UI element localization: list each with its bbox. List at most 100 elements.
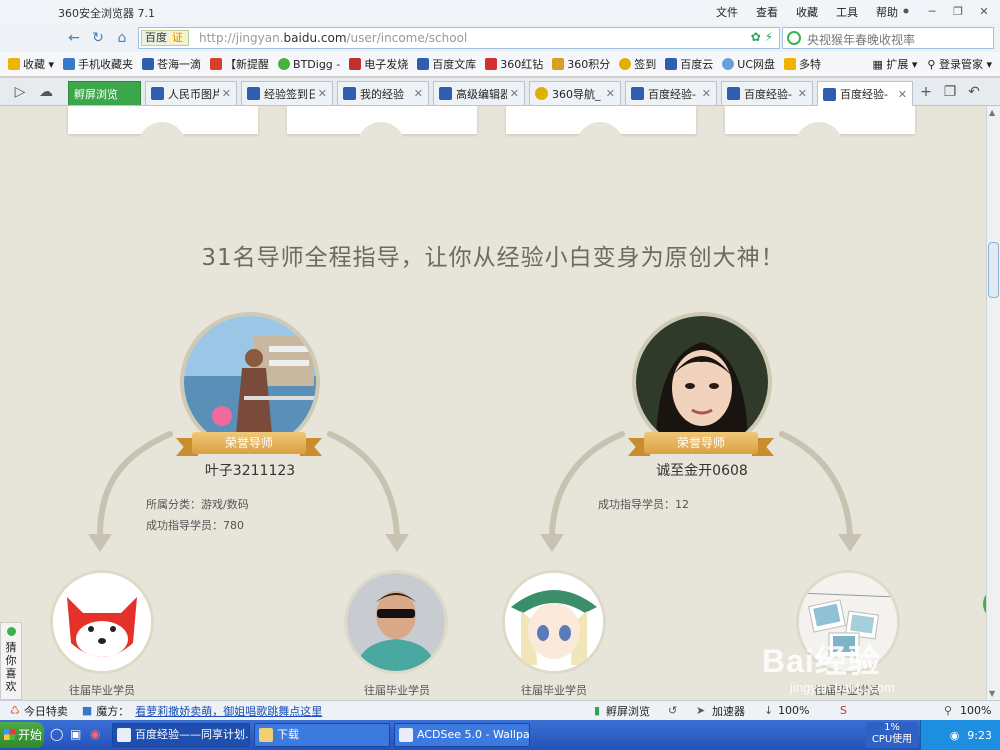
status-dot-icon: [7, 627, 16, 636]
tab-item[interactable]: 百度经验- ✕: [625, 81, 717, 105]
sidebar-toggle-icon[interactable]: ▷: [10, 82, 30, 102]
speed-icon[interactable]: ✿ ⚡: [751, 30, 773, 44]
search-input[interactable]: 央视猴年春晚收视率: [807, 31, 915, 48]
favorites-bar: 收藏 ▾ 手机收藏夹 苍海一滴 【新提醒 BTDigg - 电子发烧 百度文库 …: [0, 52, 1000, 76]
download-icon[interactable]: ↓: [764, 704, 773, 717]
minimize-button[interactable]: ─: [920, 2, 944, 20]
student-avatar[interactable]: [502, 570, 606, 674]
tab-item[interactable]: 人民币图片 ✕: [145, 81, 237, 105]
security-icon[interactable]: S: [840, 704, 847, 717]
fav-item[interactable]: 苍海一滴: [142, 56, 201, 72]
window-controls: ⚫ ─ ❐ ✕: [894, 2, 996, 20]
taskbar: 开始 ◯ ▣ ◉ 百度经验——同享计划... 下载 ACDSee 5.0 - W…: [0, 720, 1000, 750]
mentor-students-count: 成功指导学员：12: [598, 498, 689, 511]
menu-tools[interactable]: 工具: [836, 4, 858, 20]
accelerator-button[interactable]: 加速器: [712, 703, 745, 719]
student-label: 往届毕业学员: [364, 684, 430, 697]
address-bar[interactable]: 百度证 http://jingyan.baidu.com/user/income…: [138, 27, 780, 49]
search-engine-icon[interactable]: [787, 31, 801, 45]
today-deals-link[interactable]: 今日特卖: [24, 703, 68, 719]
tab-close-icon[interactable]: ✕: [414, 87, 423, 100]
tab-list-icon[interactable]: ❐: [940, 82, 960, 102]
taskbar-button-browser[interactable]: 百度经验——同享计划...: [112, 723, 250, 747]
skin-icon[interactable]: ⚫: [894, 2, 918, 20]
tab-close-icon[interactable]: ✕: [702, 87, 711, 100]
cpu-meter[interactable]: 1% CPU使用: [866, 722, 918, 748]
tray-icon[interactable]: ◉: [950, 729, 960, 742]
guess-you-like-panel[interactable]: 猜你喜欢: [0, 622, 22, 700]
title-bar: 360安全浏览器 7.1 文件 查看 收藏 工具 帮助 ⚫ ─ ❐ ✕: [0, 0, 1000, 24]
tab-close-icon[interactable]: ✕: [798, 87, 807, 100]
fav-item[interactable]: UC网盘: [722, 56, 775, 72]
start-button[interactable]: 开始: [0, 722, 44, 748]
taskbar-button-acdsee[interactable]: ACDSee 5.0 - Wallpaper: [394, 723, 530, 747]
mentor-photo: [636, 316, 768, 448]
zoom-icon: ⚲: [944, 704, 953, 717]
tab-close-icon[interactable]: ✕: [318, 87, 327, 100]
undo-close-icon[interactable]: ↶: [964, 82, 984, 102]
tab-close-icon[interactable]: ✕: [510, 87, 519, 100]
fav-item[interactable]: 签到: [619, 56, 656, 72]
new-tab-icon[interactable]: +: [916, 82, 936, 102]
fav-item[interactable]: 电子发烧: [349, 56, 408, 72]
fav-item[interactable]: 百度云: [665, 56, 713, 72]
menu-favorites[interactable]: 收藏: [796, 4, 818, 20]
tab-item[interactable]: 百度经验- ✕: [721, 81, 813, 105]
student-avatar[interactable]: [50, 570, 154, 674]
acdsee-icon: [399, 728, 413, 742]
scroll-thumb[interactable]: [988, 242, 999, 298]
student-avatar[interactable]: [344, 570, 448, 674]
login-manager-button[interactable]: ⚲ 登录管家 ▾: [927, 56, 992, 72]
tab-item[interactable]: 高级编辑器 ✕: [433, 81, 525, 105]
tab-close-icon[interactable]: ✕: [898, 88, 907, 101]
scroll-up-icon[interactable]: ▲: [989, 108, 995, 117]
split-view-button[interactable]: 孵屏浏览: [606, 703, 650, 719]
mentor-category: 所属分类：游戏/数码: [146, 498, 249, 511]
back-icon[interactable]: ←: [64, 28, 84, 48]
taskbar-button-downloads[interactable]: 下载: [254, 723, 390, 747]
url-text[interactable]: http://jingyan.baidu.com/user/income/sch…: [199, 31, 467, 45]
paw-icon: [151, 87, 164, 100]
status-bar: ♺ 今日特卖 ■ 魔方： 看萝莉撒娇卖萌，御姐唱歌跳舞点这里 ▮ 孵屏浏览 ↺ …: [0, 700, 1000, 720]
home-icon[interactable]: ⌂: [112, 28, 132, 48]
cloud-icon[interactable]: ☁: [36, 82, 56, 102]
quicklaunch-desktop-icon[interactable]: ▣: [70, 727, 81, 741]
fav-item[interactable]: 手机收藏夹: [63, 56, 133, 72]
zoom-level-left[interactable]: 100%: [778, 704, 809, 717]
menu-view[interactable]: 查看: [756, 4, 778, 20]
mentor-photo: [184, 316, 316, 448]
maximize-button[interactable]: ❐: [946, 2, 970, 20]
close-button[interactable]: ✕: [972, 2, 996, 20]
clock[interactable]: 9:23: [967, 729, 992, 742]
sync-icon[interactable]: ↺: [668, 704, 677, 717]
tab-split-view[interactable]: 孵屏浏览: [68, 81, 141, 105]
site-icon: [210, 58, 223, 70]
vertical-scrollbar[interactable]: ▲ ▼: [986, 106, 1000, 700]
menu-file[interactable]: 文件: [716, 4, 738, 20]
news-link[interactable]: 看萝莉撒娇卖萌，御姐唱歌跳舞点这里: [135, 703, 322, 719]
quicklaunch-ie-icon[interactable]: ◯: [50, 727, 63, 741]
mentor-name[interactable]: 叶子3211123: [170, 460, 330, 480]
scroll-down-icon[interactable]: ▼: [989, 689, 995, 698]
fav-item[interactable]: 360积分: [552, 56, 610, 72]
tab-close-icon[interactable]: ✕: [222, 87, 231, 100]
fav-item[interactable]: BTDigg -: [278, 58, 340, 71]
fav-item[interactable]: 多特: [784, 56, 821, 72]
tab-close-icon[interactable]: ✕: [606, 87, 615, 100]
search-box[interactable]: 央视猴年春晚收视率: [782, 27, 994, 49]
tab-item[interactable]: 360导航_ ✕: [529, 81, 621, 105]
paw-icon: [631, 87, 644, 100]
tab-item[interactable]: 经验签到日 ✕: [241, 81, 333, 105]
fav-item[interactable]: 百度文库: [417, 56, 476, 72]
fav-item[interactable]: 【新提醒: [210, 56, 269, 72]
fav-item[interactable]: 收藏 ▾: [8, 56, 54, 72]
refresh-icon[interactable]: ↻: [88, 28, 108, 48]
tab-active[interactable]: 百度经验- ✕: [817, 81, 913, 106]
zoom-level-right[interactable]: 100%: [960, 704, 991, 717]
mentor-name[interactable]: 诚至金开0608: [622, 460, 782, 480]
tab-item[interactable]: 我的经验 ✕: [337, 81, 429, 105]
paw-icon: [247, 87, 260, 100]
fav-item[interactable]: 360红钻: [485, 56, 543, 72]
quicklaunch-app-icon[interactable]: ◉: [90, 727, 100, 741]
extensions-button[interactable]: ▦ 扩展 ▾: [872, 56, 917, 72]
